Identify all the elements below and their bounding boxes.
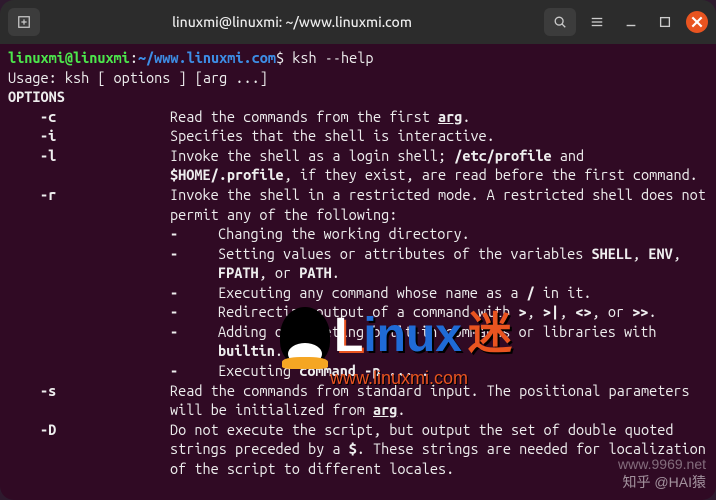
option-flag: -c (8, 107, 170, 127)
sub-item: -Redirecting output of a command with >,… (8, 302, 708, 322)
maximize-icon (658, 15, 672, 29)
option-row: -rInvoke the shell in a restricted mode.… (8, 185, 708, 224)
command-text: ksh --help (292, 49, 373, 66)
option-row: -DDo not execute the script, but output … (8, 420, 708, 479)
prompt-line: linuxmi@linuxmi:~/www.linuxmi.com$ ksh -… (8, 48, 708, 68)
option-flag: -D (8, 420, 170, 479)
minimize-icon (624, 15, 638, 29)
option-desc: Read the commands from standard input. T… (170, 381, 708, 420)
search-button[interactable] (544, 8, 576, 36)
close-button[interactable] (686, 11, 708, 33)
option-desc: Do not execute the script, but output th… (170, 420, 708, 479)
option-row: -lInvoke the shell as a login shell; /et… (8, 146, 708, 185)
option-desc: Read the commands from the first arg. (170, 107, 708, 127)
option-desc: Invoke the shell in a restricted mode. A… (170, 185, 708, 224)
sub-item: -Executing command -p ... . (8, 361, 708, 381)
window-title: linuxmi@linuxmi: ~/www.linuxmi.com (48, 14, 536, 30)
new-tab-button[interactable] (8, 8, 40, 36)
option-row: -sRead the commands from standard input.… (8, 381, 708, 420)
terminal-window: linuxmi@linuxmi: ~/www.linuxmi.com linux… (0, 0, 716, 500)
option-flag: -s (8, 381, 170, 420)
maximize-button[interactable] (652, 9, 678, 35)
terminal-body[interactable]: linuxmi@linuxmi:~/www.linuxmi.com$ ksh -… (0, 44, 716, 500)
options-list: -cRead the commands from the first arg.-… (8, 107, 708, 479)
search-icon (553, 15, 567, 29)
menu-button[interactable] (584, 9, 610, 35)
sub-item: -Changing the working directory. (8, 224, 708, 244)
prompt-path: ~/www.linuxmi.com (138, 49, 276, 66)
usage-line: Usage: ksh [ options ] [arg ...] (8, 68, 708, 88)
close-icon (690, 15, 704, 29)
sub-item: -Setting values or attributes of the var… (8, 244, 708, 283)
option-desc: Specifies that the shell is interactive. (170, 126, 708, 146)
prompt-user: linuxmi@linuxmi (8, 49, 130, 66)
new-tab-icon (17, 15, 31, 29)
option-desc: Invoke the shell as a login shell; /etc/… (170, 146, 708, 185)
options-header: OPTIONS (8, 87, 708, 107)
sub-item: -Executing any command whose name as a /… (8, 283, 708, 303)
titlebar: linuxmi@linuxmi: ~/www.linuxmi.com (0, 0, 716, 44)
option-flag: -l (8, 146, 170, 185)
minimize-button[interactable] (618, 9, 644, 35)
sub-item: -Adding or deleting built-in commands or… (8, 322, 708, 361)
option-row: -cRead the commands from the first arg. (8, 107, 708, 127)
hamburger-icon (590, 15, 604, 29)
option-row: -iSpecifies that the shell is interactiv… (8, 126, 708, 146)
option-flag: -r (8, 185, 170, 224)
option-flag: -i (8, 126, 170, 146)
